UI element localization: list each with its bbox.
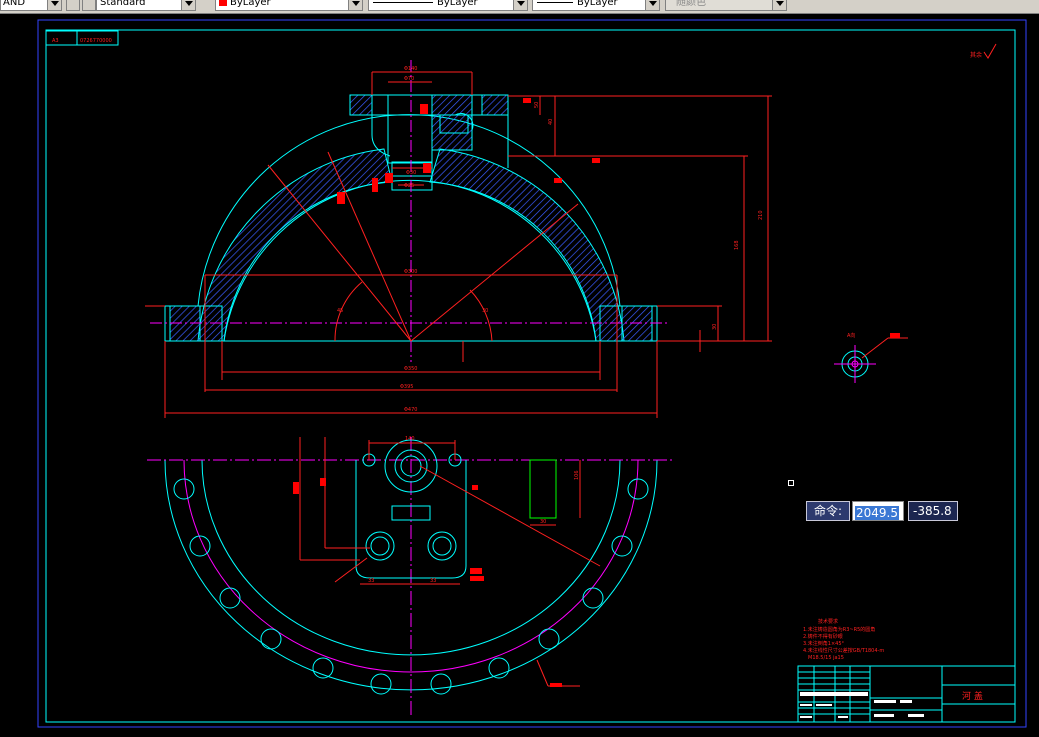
dim-flange-outer: Φ395 [400,384,413,390]
dim-style-value: Standard [100,0,146,8]
note-line-1: 1.未注铸造圆角为R3~R5的圆角 [803,626,875,633]
dim-style-combo[interactable]: Standard [96,0,196,11]
dim-h2: 30 [712,324,718,330]
technical-notes: 技术要求 1.未注铸造圆角为R3~R5的圆角 2.铸件不得有砂眼 3.未注倒角1… [803,618,884,661]
note-line-3: 3.未注倒角1×45° [803,640,845,647]
chevron-down-icon [772,0,786,10]
properties-toolbar: AND Standard ByLayer ByLayer ByLayer 随颜色 [0,0,1039,14]
note-line-4: 4.未注线性尺寸公差按GB/T1804-m [803,647,884,654]
plan-view: 140 30 106 33 33 [147,436,675,718]
drawing-frame [45,29,1016,723]
dim-plan-w2: 30 [540,519,546,525]
chevron-down-icon[interactable] [181,0,195,10]
notes-title: 技术要求 [818,618,838,625]
chevron-down-icon[interactable] [645,0,659,10]
lineweight-sample-icon [537,1,573,3]
lineweight-combo[interactable]: ByLayer [532,0,660,11]
roughness-note-text: 其余 [970,51,982,59]
outer-border [37,19,1027,728]
note-line-2: 2.铸件不得有砂眼 [803,633,843,640]
x-coordinate-value: 2049.5 [855,506,899,520]
command-prompt-label: 命令: [806,501,850,521]
dim-h1: 40 [548,119,554,125]
lineweight-value: ByLayer [577,0,618,8]
color-swatch-icon [219,0,227,6]
dim-hole-sp2: 33 [430,578,436,584]
x-coordinate-input[interactable]: 2049.5 [852,501,904,521]
chevron-down-icon[interactable] [348,0,362,10]
text-style-value: AND [3,0,26,8]
dim-bore: Φ300 [404,269,417,275]
sheet-size-text: A3 [52,38,59,44]
dim-style-icon[interactable] [82,0,96,11]
detail-view-a: A向 [834,332,908,383]
dim-angle-right: 30 [482,308,488,314]
dim-overall: Φ470 [404,407,417,413]
linetype-sample-icon [373,1,433,3]
detail-label: A向 [847,332,855,339]
title-block: 河 盖 [797,665,1016,723]
dim-angle-left: 45 [337,308,343,314]
chevron-down-icon[interactable] [47,0,61,10]
dim-hole-sp1: 33 [368,578,374,584]
dim-boss-dia: Φ30 [406,170,416,176]
plotstyle-combo: 随颜色 [665,0,787,11]
dim-h3: 50 [534,102,540,108]
y-coordinate-input[interactable]: -385.8 [908,501,958,521]
sheet-label-box: A3 0726770000 [45,30,119,46]
dim-plan-width: 140 [405,436,415,442]
color-value: ByLayer [230,0,271,8]
drawing-canvas[interactable]: A3 0726770000 其余 Φ140 Φ70 Φ30 Φ25 Φ300 Φ… [0,13,1039,737]
drawing-code-text: 0726770000 [80,38,112,44]
text-style-button[interactable] [66,0,80,11]
roughness-symbol: 其余 [970,43,997,59]
linetype-combo[interactable]: ByLayer [368,0,528,11]
dim-boss-inner: Φ25 [404,183,414,189]
chevron-down-icon[interactable] [513,0,527,10]
linetype-value: ByLayer [437,0,478,8]
text-style-combo[interactable]: AND [0,0,62,11]
dim-top-width: Φ140 [404,66,417,72]
note-line-5: M18.5/15 ja15 [808,655,844,661]
dim-plan-h: 106 [574,470,580,480]
dim-height-mid: 168 [734,240,740,250]
dim-flange-inner: Φ350 [404,366,417,372]
dim-top-inner: Φ70 [404,76,414,82]
plotstyle-value: 随颜色 [676,0,706,8]
part-name: 河 盖 [962,690,983,702]
crosshair-pickbox [788,480,794,486]
front-section-view: Φ140 Φ70 Φ30 Φ25 Φ300 Φ350 Φ395 Φ470 210… [145,60,772,418]
dim-height-total: 210 [758,210,764,220]
color-combo[interactable]: ByLayer [215,0,363,11]
